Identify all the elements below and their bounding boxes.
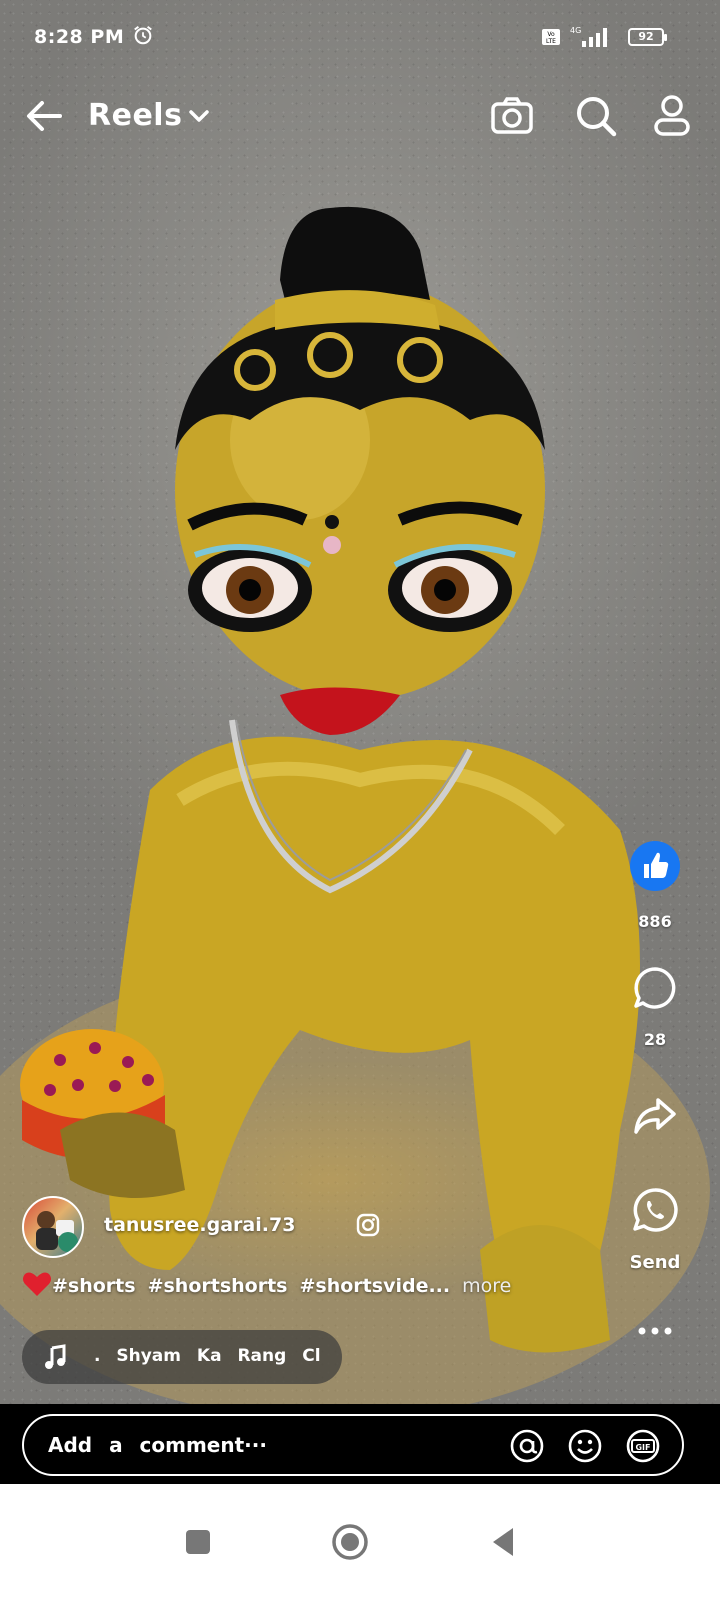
reel-caption[interactable]: #shorts #shortshorts #shortsvide... more bbox=[22, 1270, 523, 1298]
status-bar: 8:28 PM Vo LTE 4G 92 bbox=[0, 0, 720, 78]
reels-title[interactable]: Reels bbox=[88, 98, 182, 133]
more-icon[interactable] bbox=[635, 1325, 675, 1337]
comment-bar: GIF bbox=[0, 1404, 720, 1484]
svg-text:GIF: GIF bbox=[635, 1443, 650, 1452]
system-nav-bar bbox=[0, 1484, 720, 1600]
share-icon[interactable] bbox=[631, 1094, 679, 1138]
back-arrow-icon[interactable] bbox=[24, 98, 64, 134]
username[interactable]: tanusree.garai.73 bbox=[104, 1214, 295, 1236]
more-options[interactable] bbox=[590, 1322, 720, 1341]
network-signal-icon: VoLTE 4G bbox=[542, 26, 607, 47]
home-icon[interactable] bbox=[330, 1522, 370, 1562]
hashtag[interactable]: #shortsvide... bbox=[300, 1275, 451, 1297]
music-note-icon bbox=[45, 1344, 66, 1369]
avatar[interactable] bbox=[22, 1196, 84, 1258]
heart-icon bbox=[23, 1272, 51, 1296]
hashtag[interactable]: #shorts bbox=[52, 1275, 136, 1297]
more-link[interactable]: more bbox=[462, 1275, 511, 1297]
emoji-icon[interactable] bbox=[568, 1429, 602, 1463]
music-title: . Shyam Ka Rang Cl bbox=[94, 1346, 321, 1366]
whatsapp-send-label: Send bbox=[629, 1252, 681, 1273]
reels-top-bar: Reels bbox=[0, 88, 720, 148]
whatsapp-send-action[interactable]: Send bbox=[590, 1186, 720, 1273]
status-time: 8:28 PM bbox=[34, 26, 125, 48]
like-action[interactable]: 886 bbox=[590, 840, 720, 931]
battery-indicator: 92 bbox=[628, 28, 667, 46]
like-count: 886 bbox=[638, 912, 672, 931]
back-nav-icon[interactable] bbox=[484, 1522, 524, 1562]
whatsapp-icon[interactable] bbox=[631, 1186, 679, 1234]
search-icon[interactable] bbox=[574, 94, 618, 138]
comment-icon[interactable] bbox=[631, 964, 679, 1012]
comment-count: 28 bbox=[643, 1030, 667, 1049]
svg-text:4G: 4G bbox=[570, 26, 581, 35]
profile-icon[interactable] bbox=[652, 94, 692, 138]
like-icon[interactable] bbox=[629, 840, 681, 892]
chevron-down-icon[interactable] bbox=[188, 108, 210, 124]
svg-text:LTE: LTE bbox=[546, 38, 556, 45]
music-pill[interactable]: . Shyam Ka Rang Cl bbox=[22, 1330, 342, 1384]
comment-box[interactable]: GIF bbox=[22, 1414, 684, 1476]
hashtag[interactable]: #shortshorts bbox=[148, 1275, 288, 1297]
comment-action[interactable]: 28 bbox=[590, 964, 720, 1049]
comment-input[interactable] bbox=[48, 1430, 348, 1460]
svg-text:Vo: Vo bbox=[547, 31, 555, 38]
mention-icon[interactable] bbox=[510, 1429, 544, 1463]
gif-icon[interactable]: GIF bbox=[626, 1429, 660, 1463]
alarm-icon bbox=[134, 25, 152, 45]
instagram-icon[interactable] bbox=[356, 1213, 380, 1237]
camera-icon[interactable] bbox=[490, 94, 534, 138]
share-action[interactable] bbox=[590, 1094, 720, 1142]
recents-icon[interactable] bbox=[178, 1522, 218, 1562]
